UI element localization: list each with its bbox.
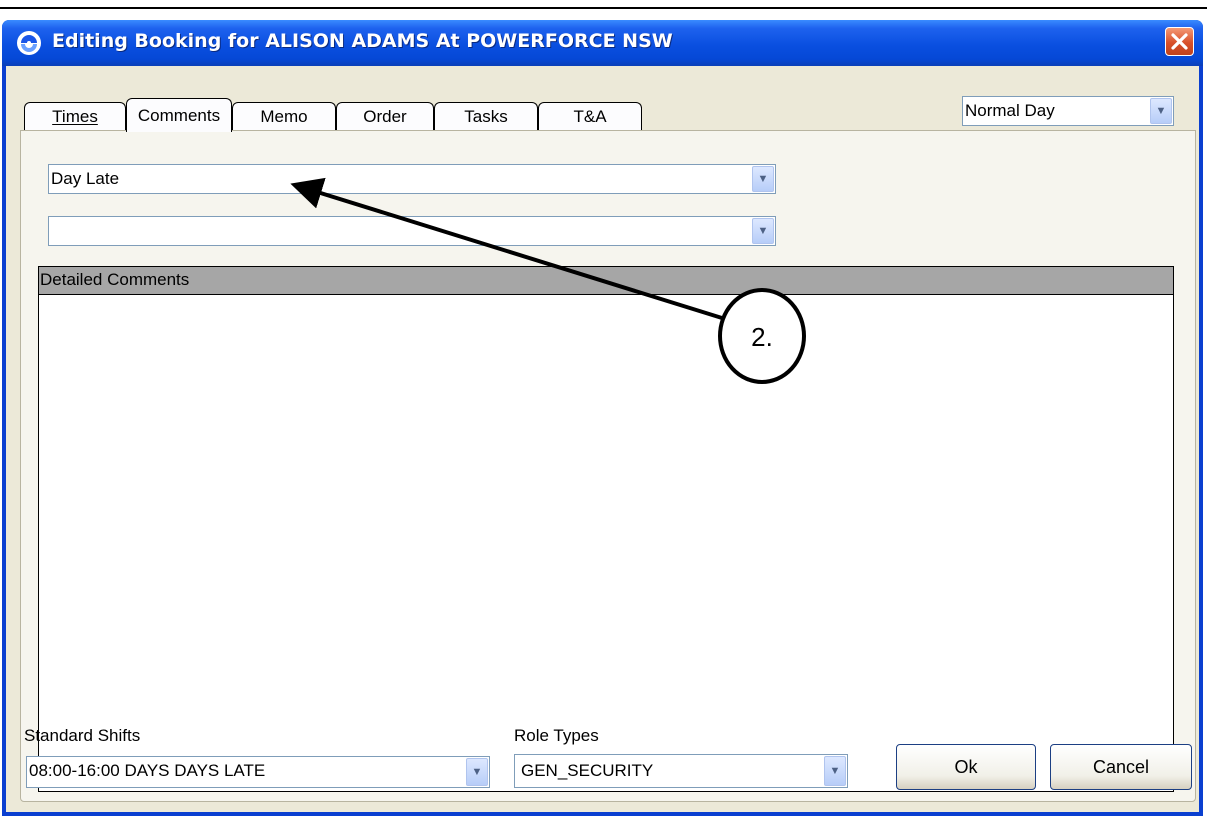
- comment-reason-dropdown-button[interactable]: ▼: [752, 166, 774, 192]
- tab-memo[interactable]: Memo: [232, 102, 336, 131]
- page-top-rule: [0, 7, 1207, 9]
- day-type-value: Normal Day: [965, 101, 1055, 120]
- role-types-value: GEN_SECURITY: [521, 761, 654, 780]
- cancel-button[interactable]: Cancel: [1050, 744, 1192, 790]
- role-types-dropdown-button[interactable]: ▼: [824, 756, 846, 786]
- tab-ta[interactable]: T&A: [538, 102, 642, 131]
- dialog-client-area: Times Comments Memo Order Tasks T&A Norm…: [6, 66, 1199, 812]
- standard-shifts-value: 08:00-16:00 DAYS DAYS LATE: [29, 761, 266, 780]
- role-types-select[interactable]: GEN_SECURITY ▼: [514, 754, 848, 788]
- tab-ta-label: T&A: [573, 107, 607, 126]
- secondary-comment-value: [51, 217, 749, 245]
- standard-shifts-select[interactable]: 08:00-16:00 DAYS DAYS LATE ▼: [26, 756, 490, 788]
- chevron-down-icon: ▼: [471, 766, 483, 778]
- secondary-comment-select[interactable]: ▼: [48, 216, 776, 246]
- day-type-select[interactable]: Normal Day ▼: [962, 96, 1174, 126]
- secondary-comment-dropdown-button[interactable]: ▼: [752, 218, 774, 244]
- tab-tasks-label: Tasks: [464, 107, 508, 126]
- chevron-down-icon: ▼: [757, 173, 769, 185]
- detailed-comments-box: Detailed Comments: [38, 266, 1174, 792]
- tab-order-label: Order: [363, 107, 407, 126]
- tab-comments-label: Comments: [137, 105, 221, 125]
- chevron-down-icon: ▼: [757, 225, 769, 237]
- chevron-down-icon: ▼: [1155, 105, 1167, 117]
- close-icon: [1171, 33, 1188, 50]
- tab-times[interactable]: Times: [24, 102, 126, 131]
- app-logo-icon: [17, 31, 41, 55]
- standard-shifts-label: Standard Shifts: [24, 726, 141, 745]
- tab-comments[interactable]: Comments: [126, 98, 232, 132]
- detailed-comments-header: Detailed Comments: [39, 267, 1173, 295]
- title-bar[interactable]: Editing Booking for ALISON ADAMS At POWE…: [2, 20, 1203, 66]
- chevron-down-icon: ▼: [829, 765, 841, 777]
- tab-memo-label: Memo: [260, 107, 308, 126]
- window-title: Editing Booking for ALISON ADAMS At POWE…: [52, 30, 673, 52]
- ok-button[interactable]: Ok: [896, 744, 1036, 790]
- standard-shifts-dropdown-button[interactable]: ▼: [466, 758, 488, 786]
- tab-times-label: Times: [52, 107, 98, 126]
- day-type-dropdown-button[interactable]: ▼: [1150, 98, 1172, 124]
- booking-dialog: Editing Booking for ALISON ADAMS At POWE…: [2, 20, 1203, 816]
- tab-order[interactable]: Order: [336, 102, 434, 131]
- close-button[interactable]: [1165, 27, 1194, 56]
- comment-reason-select[interactable]: Day Late ▼: [48, 164, 776, 194]
- tab-tasks[interactable]: Tasks: [434, 102, 538, 131]
- role-types-label: Role Types: [514, 726, 599, 745]
- detailed-comments-textarea[interactable]: [39, 295, 1173, 791]
- comment-reason-value: Day Late: [51, 169, 120, 188]
